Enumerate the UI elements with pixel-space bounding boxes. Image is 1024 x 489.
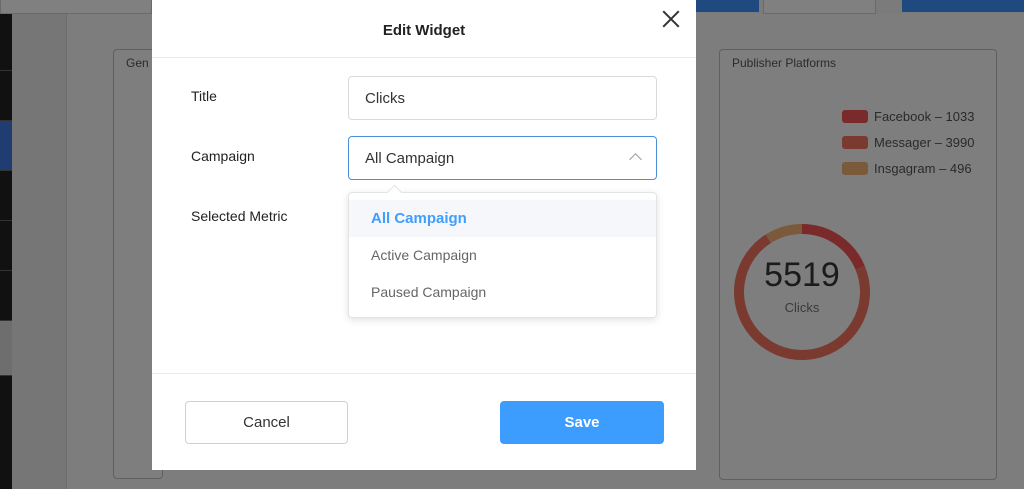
panel-title: Gen xyxy=(126,56,149,70)
top-bar-primary-button[interactable] xyxy=(902,0,1024,12)
nav-item[interactable] xyxy=(0,221,12,271)
chevron-up-icon xyxy=(629,153,642,166)
legend-swatch xyxy=(842,109,868,123)
campaign-label: Campaign xyxy=(191,148,255,164)
campaign-dropdown: All Campaign Active Campaign Paused Camp… xyxy=(348,192,657,318)
close-icon[interactable] xyxy=(660,8,682,30)
legend-item: Messager – 3990 xyxy=(842,129,974,155)
top-bar-segment xyxy=(763,0,876,14)
campaign-option-all[interactable]: All Campaign xyxy=(349,200,656,237)
legend-swatch xyxy=(842,161,868,175)
dialog-footer-divider xyxy=(152,373,696,374)
selected-metric-label: Selected Metric xyxy=(191,208,288,224)
legend-label: Insgagram – 496 xyxy=(874,160,972,176)
donut-center: 5519 Clicks xyxy=(732,222,872,362)
campaign-select-value: All Campaign xyxy=(365,150,455,167)
cancel-button[interactable]: Cancel xyxy=(185,401,348,444)
panel-title: Publisher Platforms xyxy=(732,56,837,70)
publisher-platforms-panel: Publisher Platforms Facebook – 1033 Mess… xyxy=(719,49,997,480)
nav-item[interactable] xyxy=(0,321,12,376)
legend-label: Messager – 3990 xyxy=(874,134,975,150)
nav-item[interactable] xyxy=(0,14,12,71)
edit-widget-dialog: Edit Widget Title Campaign All Campaign … xyxy=(152,0,696,470)
legend-swatch xyxy=(842,135,868,149)
campaign-select[interactable]: All Campaign xyxy=(348,136,657,180)
legend-item: Facebook – 1033 xyxy=(842,103,974,129)
dialog-header: Edit Widget xyxy=(152,0,696,58)
dialog-title: Edit Widget xyxy=(382,22,466,39)
donut-total-label: Clicks xyxy=(784,300,820,315)
campaign-option-active[interactable]: Active Campaign xyxy=(349,237,656,274)
save-button[interactable]: Save xyxy=(500,401,664,444)
donut-total-value: 5519 xyxy=(764,256,840,294)
nav-item-active[interactable] xyxy=(0,121,12,171)
legend-item: Insgagram – 496 xyxy=(842,155,974,181)
nav-item[interactable] xyxy=(0,271,12,321)
donut-chart: 5519 Clicks xyxy=(732,222,872,362)
legend: Facebook – 1033 Messager – 3990 Insgagra… xyxy=(842,103,974,181)
top-bar-button[interactable] xyxy=(696,0,759,12)
nav-item[interactable] xyxy=(0,71,12,121)
title-label: Title xyxy=(191,88,217,104)
title-input[interactable] xyxy=(348,76,657,120)
nav-item[interactable] xyxy=(0,171,12,221)
legend-label: Facebook – 1033 xyxy=(874,108,975,124)
left-strip xyxy=(12,14,67,489)
top-bar-segment xyxy=(0,0,152,14)
campaign-option-paused[interactable]: Paused Campaign xyxy=(349,274,656,311)
left-nav xyxy=(0,14,12,489)
